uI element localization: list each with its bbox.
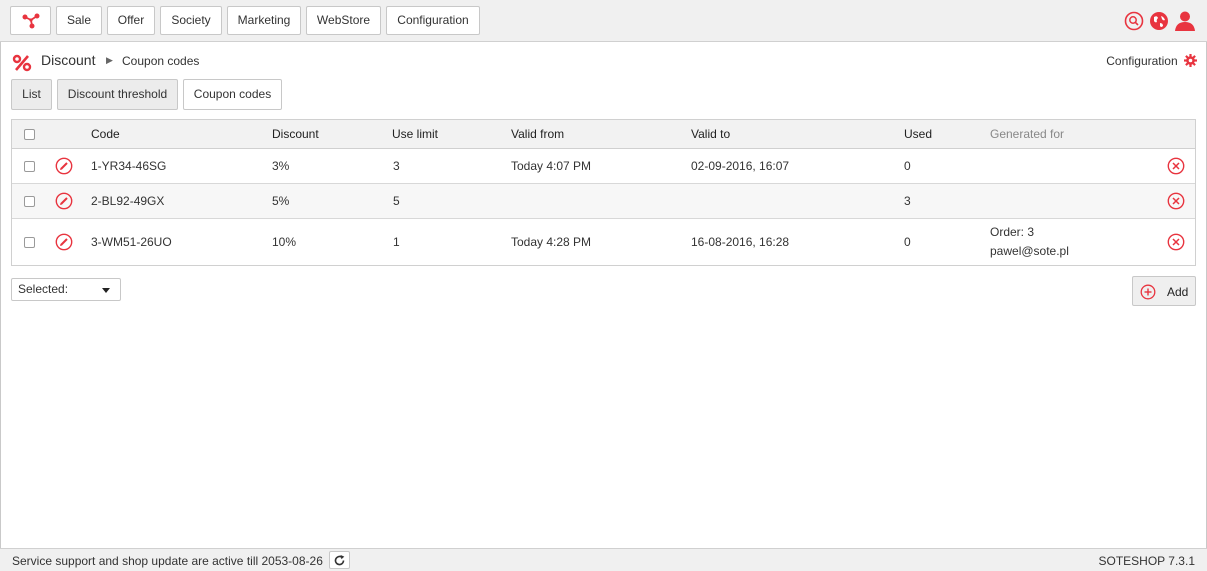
header-code[interactable]: Code: [91, 127, 120, 141]
cell-discount: 10%: [272, 235, 297, 249]
table-row: 1-YR34-46SG 3% 3 Today 4:07 PM 02-09-201…: [12, 149, 1195, 184]
header-used[interactable]: Used: [904, 127, 932, 141]
cell-code: 1-YR34-46SG: [91, 159, 167, 173]
breadcrumb-discount[interactable]: Discount: [41, 52, 95, 68]
cell-used: 0: [904, 235, 911, 249]
edit-icon[interactable]: [55, 157, 73, 175]
nav-society[interactable]: Society: [160, 6, 222, 35]
nav-marketing[interactable]: Marketing: [227, 6, 301, 35]
breadcrumb-coupon-codes: Coupon codes: [122, 54, 200, 68]
support-status-text: Service support and shop update are acti…: [12, 554, 323, 568]
cell-valid-to: 16-08-2016, 16:28: [691, 235, 790, 249]
bulk-action-select-label: Selected:: [18, 282, 69, 296]
row-checkbox[interactable]: [24, 161, 35, 172]
tab-coupon-codes[interactable]: Coupon codes: [183, 79, 282, 110]
table-row: 3-WM51-26UO 10% 1 Today 4:28 PM 16-08-20…: [12, 219, 1195, 266]
row-checkbox[interactable]: [24, 237, 35, 248]
bulk-action-select[interactable]: Selected:: [11, 278, 121, 301]
row-checkbox[interactable]: [24, 196, 35, 207]
configuration-link-label: Configuration: [1106, 54, 1178, 68]
cell-generated-for-line1: Order: 3: [990, 225, 1035, 239]
coupon-codes-table: Code Discount Use limit Valid from Valid…: [11, 119, 1196, 266]
refresh-button[interactable]: [329, 551, 350, 569]
nav-offer[interactable]: Offer: [107, 6, 155, 35]
cell-generated-for-line2: pawel@sote.pl: [990, 244, 1069, 258]
delete-icon[interactable]: [1167, 157, 1185, 175]
tab-list[interactable]: List: [11, 79, 52, 110]
cell-valid-to: 02-09-2016, 16:07: [691, 159, 790, 173]
header-valid-to[interactable]: Valid to: [691, 127, 730, 141]
cell-code: 3-WM51-26UO: [91, 235, 172, 249]
cell-valid-from: Today 4:07 PM: [511, 159, 592, 173]
nav-sale[interactable]: Sale: [56, 6, 102, 35]
table-header: Code Discount Use limit Valid from Valid…: [12, 120, 1195, 149]
version-label: SOTESHOP 7.3.1: [1098, 554, 1196, 568]
edit-icon[interactable]: [55, 192, 73, 210]
header-use-limit[interactable]: Use limit: [392, 127, 438, 141]
globe-icon[interactable]: [1149, 11, 1169, 31]
cell-code: 2-BL92-49GX: [91, 194, 165, 208]
refresh-icon: [334, 555, 345, 566]
delete-icon[interactable]: [1167, 192, 1185, 210]
add-circle-icon: [1140, 284, 1156, 300]
cell-used: 3: [904, 194, 911, 208]
add-button[interactable]: Add: [1132, 276, 1196, 306]
user-icon[interactable]: [1174, 10, 1196, 32]
header-discount[interactable]: Discount: [272, 127, 319, 141]
search-icon[interactable]: [1124, 11, 1144, 31]
share-logo-icon: [22, 13, 40, 29]
home-logo-button[interactable]: [10, 6, 51, 35]
configuration-link[interactable]: Configuration: [1106, 54, 1197, 70]
header-valid-from[interactable]: Valid from: [511, 127, 564, 141]
top-navigation-bar: Sale Offer Society Marketing WebStore Co…: [0, 0, 1207, 42]
app-window: [0, 0, 1207, 571]
delete-icon[interactable]: [1167, 233, 1185, 251]
status-footer: Service support and shop update are acti…: [0, 548, 1207, 571]
breadcrumb-separator-icon: ▶: [106, 55, 113, 65]
select-all-checkbox[interactable]: [24, 129, 35, 140]
edit-icon[interactable]: [55, 233, 73, 251]
cell-use-limit: 1: [393, 235, 400, 249]
cell-valid-from: Today 4:28 PM: [511, 235, 592, 249]
nav-webstore[interactable]: WebStore: [306, 6, 381, 35]
cell-use-limit: 3: [393, 159, 400, 173]
cell-used: 0: [904, 159, 911, 173]
cell-use-limit: 5: [393, 194, 400, 208]
percent-icon: [12, 54, 32, 72]
header-generated-for: Generated for: [990, 127, 1065, 141]
tab-discount-threshold[interactable]: Discount threshold: [57, 79, 178, 110]
add-button-label: Add: [1167, 285, 1189, 299]
table-row: 2-BL92-49GX 5% 5 3: [12, 184, 1195, 219]
nav-configuration[interactable]: Configuration: [386, 6, 480, 35]
cell-discount: 5%: [272, 194, 290, 208]
caret-down-icon: [102, 288, 110, 293]
cell-discount: 3%: [272, 159, 290, 173]
gear-icon: [1184, 54, 1197, 70]
